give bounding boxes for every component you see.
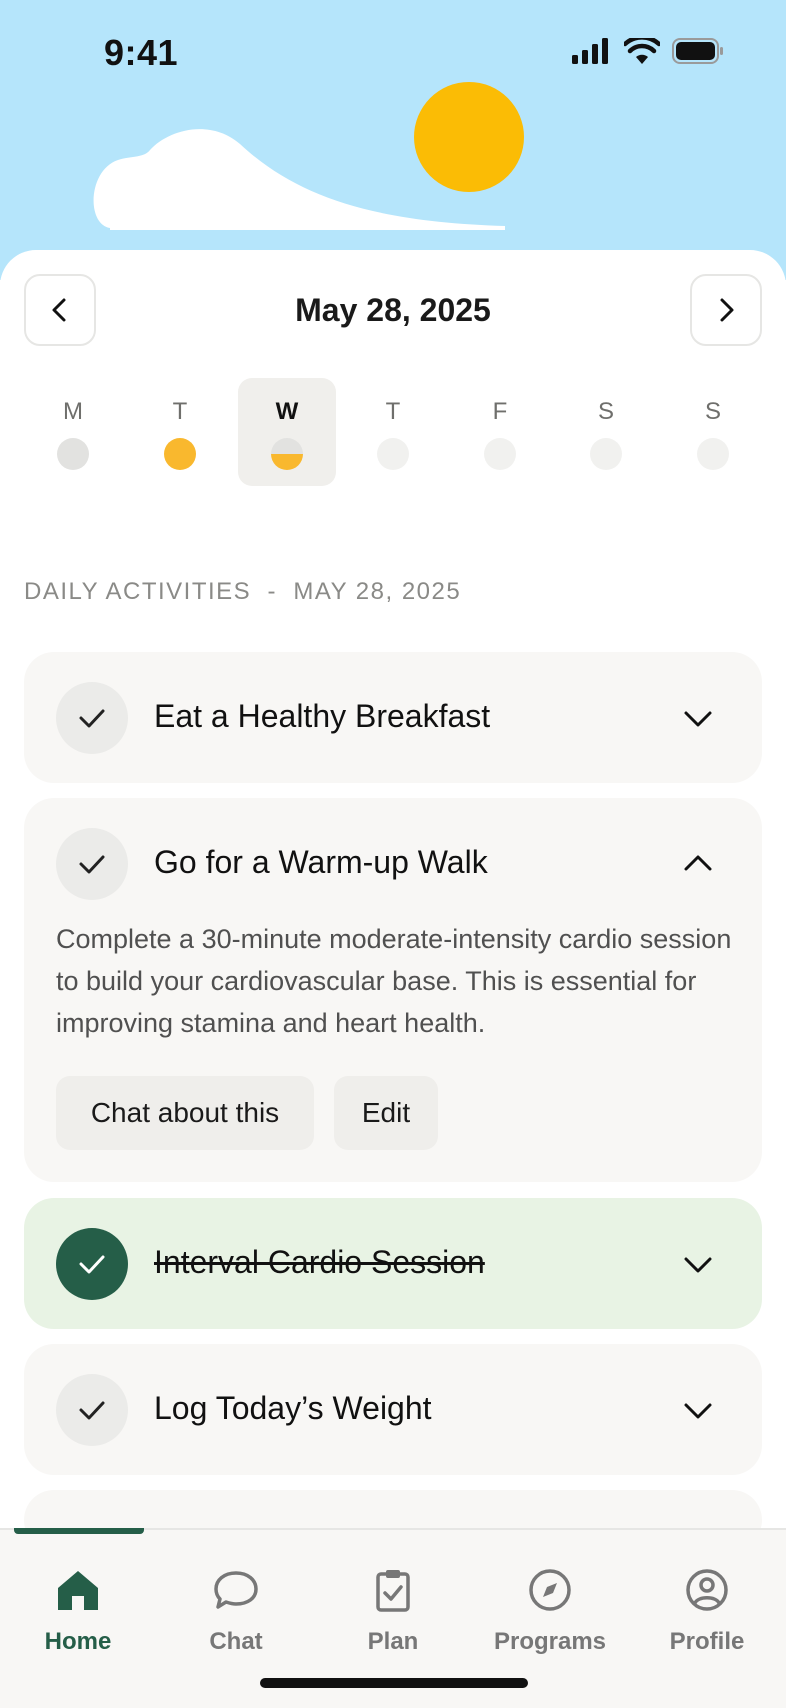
expand-button[interactable] [680,700,716,736]
home-icon [58,1571,98,1610]
checkmark-icon [79,1401,105,1420]
compass-icon [529,1569,571,1611]
chevron-right-icon [720,298,734,322]
day-progress-indicator [271,438,303,470]
status-icons [572,38,724,64]
tab-home[interactable]: Home [8,1550,148,1660]
status-bar: 9:41 [0,0,786,108]
day-progress-indicator [57,438,89,470]
day-sunday[interactable]: S [664,378,762,486]
checkmark-icon [79,855,105,874]
tab-label: Plan [367,1628,419,1655]
day-progress-indicator [590,438,622,470]
tab-label: Home [44,1628,112,1655]
day-letter: W [275,398,299,425]
day-progress-indicator [697,438,729,470]
chevron-up-icon [684,855,712,871]
home-indicator [260,1678,528,1688]
battery-icon [672,38,723,64]
tab-label: Chat [209,1628,263,1655]
tab-label: Profile [669,1628,745,1655]
cellular-signal-icon [572,38,608,64]
active-tab-indicator [14,1528,144,1534]
user-circle-icon [686,1569,728,1611]
next-day-button[interactable] [690,274,762,346]
checkmark-icon [79,1255,105,1274]
section-heading: DAILY ACTIVITIES - MAY 28, 2025 [24,578,462,605]
activity-title: Eat a Healthy Breakfast [154,698,491,734]
chat-about-this-button[interactable]: Chat about this [56,1076,314,1150]
day-letter: M [63,398,83,425]
tab-label: Programs [493,1628,607,1655]
complete-toggle-button[interactable] [56,828,128,900]
expand-button[interactable] [680,1246,716,1282]
day-saturday[interactable]: S [557,378,655,486]
day-wednesday[interactable]: W [238,378,336,486]
wifi-icon [624,38,660,64]
tab-profile[interactable]: Profile [637,1550,777,1660]
activity-title: Interval Cardio Session [154,1244,485,1280]
activity-card[interactable]: Eat a Healthy Breakfast [24,652,762,783]
chevron-down-icon [684,711,712,727]
date-navigation: May 28, 2025 [24,274,762,346]
tab-plan[interactable]: Plan [323,1550,463,1660]
activity-description: Complete a 30-minute moderate-intensity … [56,924,732,1038]
checkmark-icon [79,709,105,728]
activity-card[interactable]: Log Today’s Weight [24,1344,762,1475]
clipboard-check-icon [376,1570,410,1612]
complete-toggle-button[interactable] [56,1374,128,1446]
week-day-selector: M T W T F S S [20,378,766,486]
day-letter: T [385,398,401,425]
tab-programs[interactable]: Programs [480,1550,620,1660]
complete-toggle-button[interactable] [56,1228,128,1300]
chevron-down-icon [684,1403,712,1419]
day-letter: F [492,398,508,425]
activity-card-completed[interactable]: Interval Cardio Session [24,1198,762,1329]
edit-button[interactable]: Edit [334,1076,438,1150]
collapse-button[interactable] [680,846,716,882]
tab-chat[interactable]: Chat [166,1550,306,1660]
expand-button[interactable] [680,1392,716,1428]
day-thursday[interactable]: T [344,378,442,486]
chat-bubble-icon [214,1571,258,1609]
activity-title: Go for a Warm-up Walk [154,844,488,880]
day-friday[interactable]: F [451,378,549,486]
day-letter: S [704,398,721,425]
day-monday[interactable]: M [24,378,122,486]
status-time: 9:41 [104,32,179,73]
activity-card-expanded[interactable]: Go for a Warm-up Walk Complete a 30-minu… [24,798,762,1182]
day-letter: S [597,398,614,425]
day-progress-indicator [377,438,409,470]
day-tuesday[interactable]: T [131,378,229,486]
day-progress-indicator [484,438,516,470]
chevron-down-icon [684,1257,712,1273]
current-date-title: May 28, 2025 [295,292,491,328]
activity-title: Log Today’s Weight [154,1390,432,1426]
day-progress-indicator [164,438,196,470]
day-letter: T [172,398,188,425]
complete-toggle-button[interactable] [56,682,128,754]
